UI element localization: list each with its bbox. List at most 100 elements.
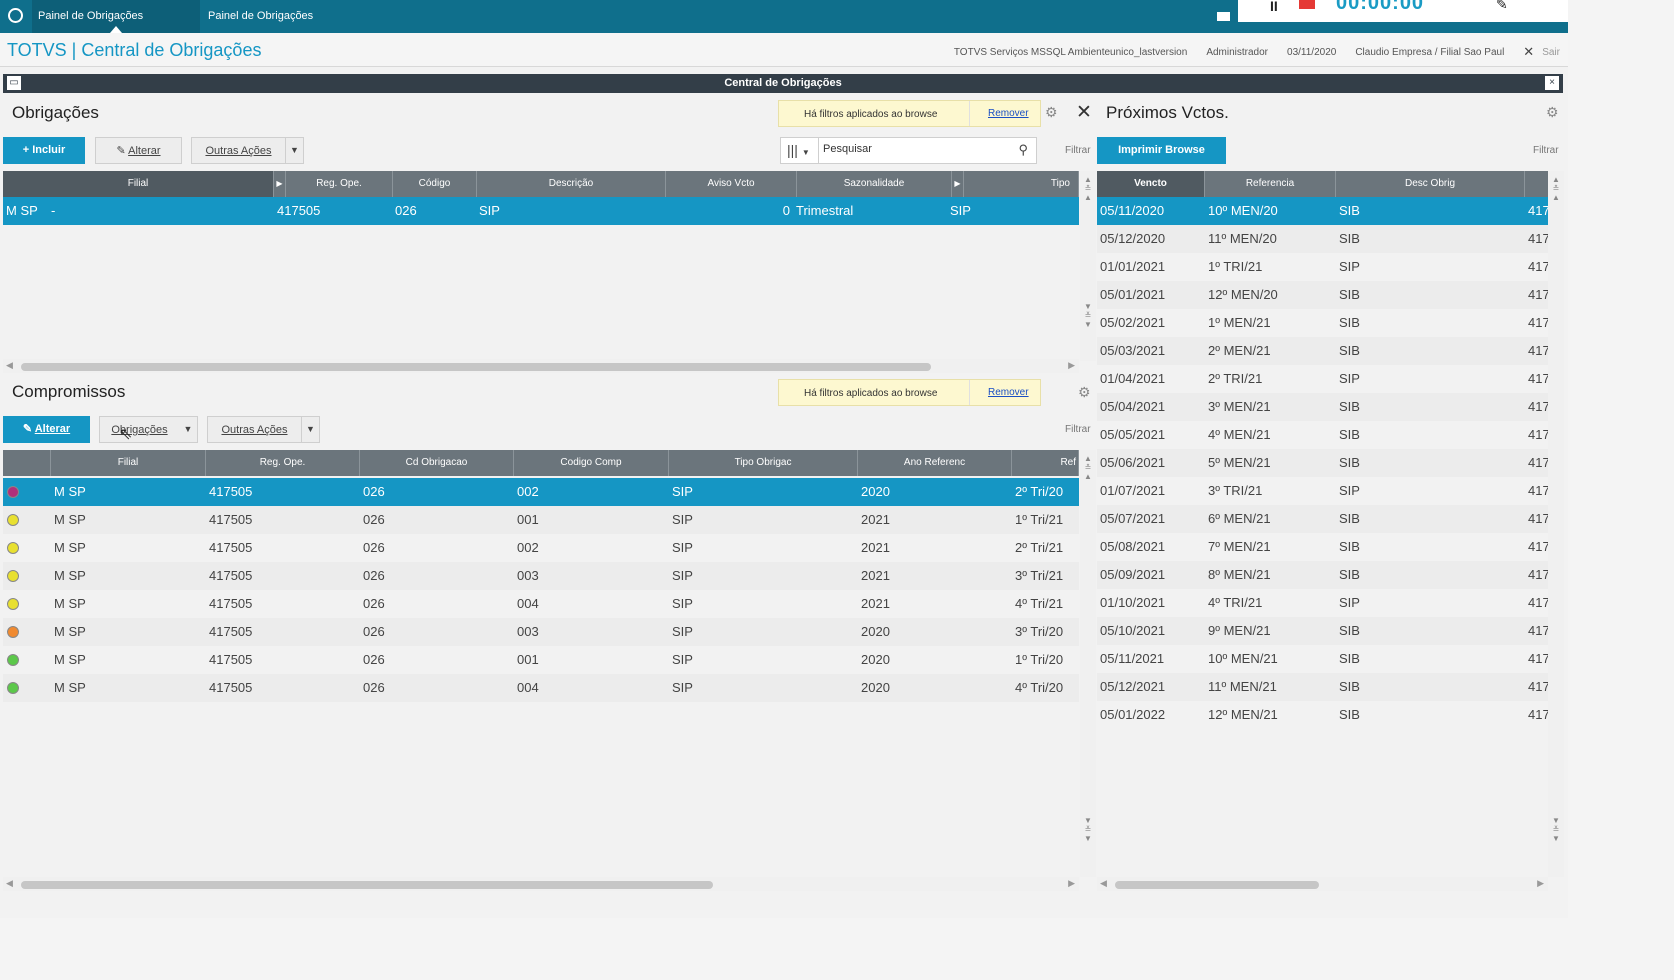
cell-ref: 10º MEN/21 (1208, 651, 1278, 666)
col-filial[interactable]: Filial (51, 450, 206, 476)
mail-icon[interactable] (1217, 12, 1230, 21)
pen-icon[interactable]: ✎ (1496, 0, 1508, 13)
col-codigo[interactable]: Código (393, 171, 477, 197)
chevron-down-icon[interactable]: ▼ (301, 417, 319, 442)
status-legend-icon[interactable] (7, 682, 19, 694)
columns-icon[interactable]: ||| ▼ (781, 138, 819, 163)
remove-filter-link[interactable]: Remover (969, 101, 1048, 126)
table-row[interactable]: 05/11/2020 10º MEN/20 SIB 417 (1097, 197, 1548, 225)
table-row[interactable]: M SP 417505 026 002 SIP 2021 2º Tri/21 (3, 534, 1079, 562)
gear-icon[interactable]: ⚙ (1078, 384, 1091, 401)
col-filial[interactable]: Filial (3, 171, 274, 197)
col-sazonalidade[interactable]: Sazonalidade (797, 171, 952, 197)
imprimir-browse-button[interactable]: Imprimir Browse (1097, 137, 1226, 164)
remove-filter-link[interactable]: Remover (969, 380, 1048, 405)
col-tipo[interactable]: Tipo (964, 171, 1079, 197)
status-legend-icon[interactable] (7, 514, 19, 526)
status-legend-icon[interactable] (7, 542, 19, 554)
col-ref[interactable]: Ref (1012, 450, 1079, 476)
table-row[interactable]: 05/10/2021 9º MEN/21 SIB 417 (1097, 617, 1548, 645)
table-row[interactable]: M SP 417505 026 003 SIP 2021 3º Tri/21 (3, 562, 1079, 590)
totvs-logo-icon[interactable] (8, 8, 23, 23)
col-desc-obrig[interactable]: Desc Obrig (1336, 171, 1525, 197)
alterar-button[interactable]: ✎ Alterar (3, 416, 90, 443)
table-row[interactable]: 01/04/2021 2º TRI/21 SIP 417 (1097, 365, 1548, 393)
horizontal-scrollbar[interactable]: ◀ ▶ (3, 877, 1079, 891)
table-row[interactable]: M SP 417505 026 004 SIP 2020 4º Tri/20 (3, 674, 1079, 702)
cell-comp: 001 (517, 512, 539, 527)
table-row[interactable]: 05/01/2022 12º MEN/21 SIB 417 (1097, 701, 1548, 729)
table-row[interactable]: M SP 417505 026 003 SIP 2020 3º Tri/20 (3, 618, 1079, 646)
tab-painel-2[interactable]: Painel de Obrigações [02.9.0093]× (202, 0, 372, 54)
col-referencia[interactable]: Referencia (1205, 171, 1336, 197)
col-codigo-comp[interactable]: Codigo Comp (514, 450, 669, 476)
table-row[interactable]: 05/12/2021 11º MEN/21 SIB 417 (1097, 673, 1548, 701)
col-aviso-vcto[interactable]: Aviso Vcto (666, 171, 797, 197)
col-tipo-obrigac[interactable]: Tipo Obrigac (669, 450, 858, 476)
cell-ref: 1º TRI/21 (1208, 259, 1263, 274)
status-legend-icon[interactable] (7, 598, 19, 610)
col-vencto[interactable]: Vencto (1097, 171, 1205, 197)
table-row[interactable]: 05/02/2021 1º MEN/21 SIB 417 (1097, 309, 1548, 337)
table-row[interactable]: 05/07/2021 6º MEN/21 SIB 417 (1097, 505, 1548, 533)
table-row[interactable]: 05/05/2021 4º MEN/21 SIB 417 (1097, 421, 1548, 449)
table-row[interactable]: 01/07/2021 3º TRI/21 SIP 417 (1097, 477, 1548, 505)
cell-ref: 11º MEN/20 (1208, 231, 1277, 246)
col-descricao[interactable]: Descrição (477, 171, 666, 197)
table-row[interactable]: M SP 417505 026 001 SIP 2020 1º Tri/20 (3, 646, 1079, 674)
table-row[interactable]: 05/03/2021 2º MEN/21 SIB 417 (1097, 337, 1548, 365)
col-reg-ope[interactable]: Reg. Ope. (286, 171, 393, 197)
vertical-scrollbar[interactable]: ▲ ≛ ▲ ▼ ≚ ▼ (1548, 171, 1564, 877)
col-cd-obrigacao[interactable]: Cd Obrigacao (360, 450, 514, 476)
table-row[interactable]: 05/04/2021 3º MEN/21 SIB 417 (1097, 393, 1548, 421)
exit-button[interactable]: ✕ Sair (1523, 44, 1560, 60)
vertical-scrollbar[interactable]: ▲ ≛ ▲ ▼ ≚ ▼ (1080, 450, 1096, 877)
table-row[interactable]: 01/10/2021 4º TRI/21 SIP 417 (1097, 589, 1548, 617)
gear-icon[interactable]: ⚙ (1546, 104, 1559, 121)
alterar-button[interactable]: ✎ Alterar (95, 137, 182, 164)
outras-acoes-button[interactable]: Outras Ações ▼ (207, 416, 320, 443)
search-input[interactable] (823, 143, 1003, 155)
obrigacoes-button[interactable]: Obrigações ▼ (99, 416, 198, 443)
table-row[interactable]: M SP - 417505 026 SIP 0 Trimestral SIP (3, 197, 1079, 225)
pause-icon[interactable]: II (1270, 0, 1278, 14)
status-legend-icon[interactable] (7, 486, 19, 498)
horizontal-scrollbar[interactable]: ◀ ▶ (1097, 877, 1548, 891)
incluir-button[interactable]: + Incluir (3, 137, 85, 164)
window-close-icon[interactable]: × (1545, 76, 1559, 90)
compromissos-title: Compromissos (12, 382, 126, 401)
col-reg-ope[interactable]: Reg. Ope. (206, 450, 360, 476)
vertical-scrollbar[interactable]: ▲ ≛ ▲ ▼ ≚ ▼ (1080, 171, 1096, 361)
cell-tipo: SIP (672, 568, 693, 583)
status-legend-icon[interactable] (7, 626, 19, 638)
cell-extra: 417 (1528, 567, 1548, 582)
cell-filial: M SP (54, 484, 86, 499)
outras-acoes-button[interactable]: Outras Ações ▼ (191, 137, 304, 164)
table-row[interactable]: 05/01/2021 12º MEN/20 SIB 417 (1097, 281, 1548, 309)
table-row[interactable]: 05/08/2021 7º MEN/21 SIB 417 (1097, 533, 1548, 561)
search-icon[interactable]: ⚲ (1018, 142, 1028, 158)
table-row[interactable]: 05/09/2021 8º MEN/21 SIB 417 (1097, 561, 1548, 589)
chevron-down-icon[interactable]: ▼ (285, 138, 303, 163)
status-legend-icon[interactable] (7, 654, 19, 666)
status-legend-icon[interactable] (7, 570, 19, 582)
gear-icon[interactable]: ⚙ (1045, 104, 1058, 121)
close-icon[interactable]: ✕ (1076, 101, 1092, 124)
table-row[interactable]: M SP 417505 026 002 SIP 2020 2º Tri/20 (3, 478, 1079, 506)
cell-comp: 003 (517, 568, 539, 583)
company-label[interactable]: Claudio Empresa / Filial Sao Paul (1355, 47, 1504, 58)
col-sort-icon[interactable]: ▶ (952, 171, 964, 197)
table-row[interactable]: M SP 417505 026 001 SIP 2021 1º Tri/21 (3, 506, 1079, 534)
cell-cd: 026 (363, 484, 385, 499)
table-row[interactable]: 05/11/2021 10º MEN/21 SIB 417 (1097, 645, 1548, 673)
horizontal-scrollbar[interactable]: ◀ ▶ (3, 359, 1079, 373)
table-row[interactable]: M SP 417505 026 004 SIP 2021 4º Tri/21 (3, 590, 1079, 618)
col-sort-icon[interactable]: ▶ (274, 171, 286, 197)
chevron-down-icon[interactable]: ▼ (179, 417, 197, 442)
table-row[interactable]: 05/12/2020 11º MEN/20 SIB 417 (1097, 225, 1548, 253)
stop-icon[interactable] (1299, 0, 1315, 9)
col-ano-referenc[interactable]: Ano Referenc (858, 450, 1012, 476)
table-row[interactable]: 01/01/2021 1º TRI/21 SIP 417 (1097, 253, 1548, 281)
cell-comp: 004 (517, 680, 539, 695)
table-row[interactable]: 05/06/2021 5º MEN/21 SIB 417 (1097, 449, 1548, 477)
